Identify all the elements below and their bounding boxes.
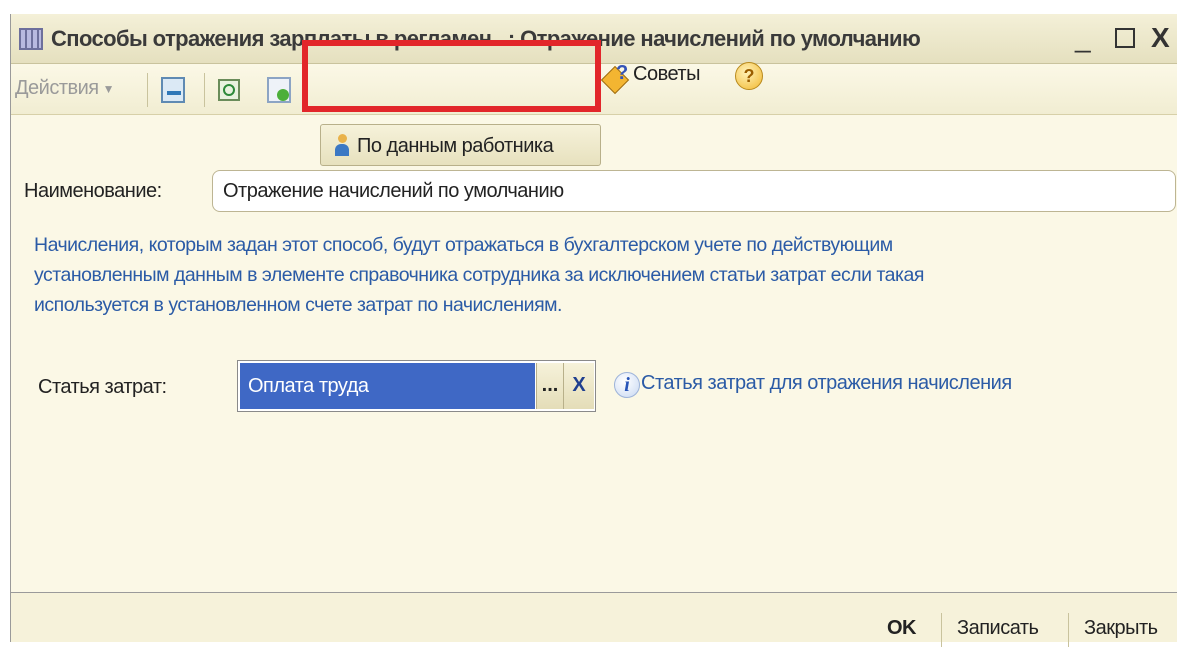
employee-icon: [335, 134, 349, 158]
close-button[interactable]: Закрыть: [1084, 617, 1158, 640]
name-input[interactable]: Отражение начислений по умолчанию: [212, 170, 1176, 212]
cost-item-field[interactable]: Оплата труда ... X: [237, 360, 596, 412]
by-employee-data-label: По данным работника: [357, 135, 554, 157]
name-value: Отражение начислений по умолчанию: [223, 180, 564, 202]
clear-button[interactable]: X: [563, 363, 594, 409]
highlight-frame: [302, 40, 601, 112]
name-label: Наименование:: [24, 180, 162, 202]
select-button[interactable]: ...: [536, 363, 563, 409]
toolbar-separator: [204, 73, 205, 107]
info-text-line: установленным данным в элементе справочн…: [34, 264, 924, 286]
dropdown-arrow-icon: ▼: [102, 81, 115, 96]
copy-icon[interactable]: [267, 77, 291, 103]
cost-item-value[interactable]: Оплата труда: [240, 363, 535, 409]
save-button[interactable]: Записать: [957, 617, 1039, 640]
cost-item-hint: Статья затрат для отражения начисления: [641, 372, 1012, 394]
by-employee-data-button[interactable]: По данным работника: [320, 124, 601, 166]
refresh-icon[interactable]: [218, 79, 240, 101]
info-text-line: Начисления, которым задан этот способ, б…: [34, 234, 893, 256]
post-and-close-icon[interactable]: [161, 77, 185, 103]
actions-menu[interactable]: Действия ▼: [15, 77, 115, 100]
tips-button[interactable]: Советы: [633, 63, 700, 86]
info-icon: i: [614, 372, 640, 398]
maximize-button[interactable]: [1115, 28, 1135, 48]
actions-label: Действия: [15, 77, 99, 99]
close-window-button[interactable]: X: [1151, 22, 1170, 54]
bottom-bar: OK Записать Закрыть: [11, 592, 1177, 647]
minimize-button[interactable]: _: [1075, 22, 1091, 54]
cost-item-label: Статья затрат:: [38, 376, 167, 398]
info-text-line: используется в установленном счете затра…: [34, 294, 562, 316]
tips-icon[interactable]: ?: [600, 62, 631, 95]
form-icon: [19, 28, 43, 50]
ok-button[interactable]: OK: [887, 617, 917, 640]
help-icon[interactable]: ?: [735, 62, 763, 90]
toolbar-separator: [147, 73, 148, 107]
